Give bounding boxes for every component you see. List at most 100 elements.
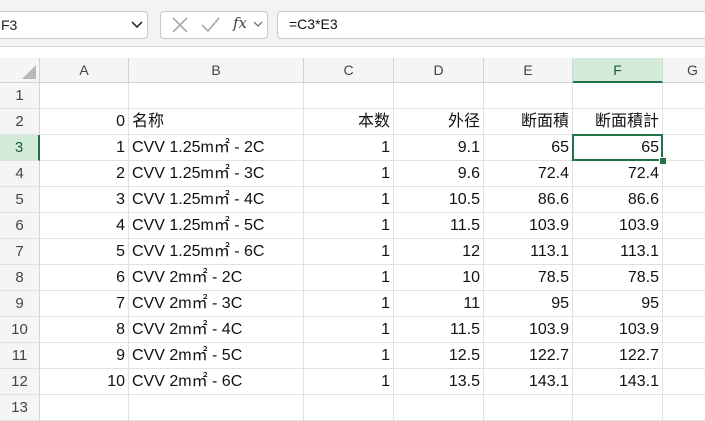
cell-c3[interactable]: 1 (304, 135, 394, 161)
row-header-1[interactable]: 1 (0, 83, 40, 109)
cell-b1[interactable] (129, 83, 304, 109)
cell-d11[interactable]: 12.5 (394, 343, 484, 369)
cell-e11[interactable]: 122.7 (484, 343, 573, 369)
column-header-f[interactable]: F (573, 58, 663, 83)
name-box[interactable]: F3 (0, 11, 148, 39)
row-header-3[interactable]: 3 (0, 135, 40, 161)
row-header-6[interactable]: 6 (0, 213, 40, 239)
row-header-10[interactable]: 10 (0, 317, 40, 343)
cell-g12[interactable] (663, 369, 705, 395)
cell-e12[interactable]: 143.1 (484, 369, 573, 395)
cell-d3[interactable]: 9.1 (394, 135, 484, 161)
cell-d9[interactable]: 11 (394, 291, 484, 317)
cell-g13[interactable] (663, 395, 705, 421)
cell-a6[interactable]: 4 (40, 213, 129, 239)
cell-a7[interactable]: 5 (40, 239, 129, 265)
cell-f4[interactable]: 72.4 (573, 161, 663, 187)
row-header-5[interactable]: 5 (0, 187, 40, 213)
cell-a9[interactable]: 7 (40, 291, 129, 317)
column-header-g[interactable]: G (663, 58, 705, 83)
column-header-e[interactable]: E (484, 58, 573, 83)
cell-g11[interactable] (663, 343, 705, 369)
cell-f6[interactable]: 103.9 (573, 213, 663, 239)
cell-d10[interactable]: 11.5 (394, 317, 484, 343)
cell-c1[interactable] (304, 83, 394, 109)
cell-b8[interactable]: CVV 2m㎡ - 2C (129, 265, 304, 291)
name-box-value[interactable]: F3 (1, 17, 17, 33)
cell-c13[interactable] (304, 395, 394, 421)
cell-g3[interactable] (663, 135, 705, 161)
cell-d7[interactable]: 12 (394, 239, 484, 265)
column-header-a[interactable]: A (40, 58, 129, 83)
cell-g6[interactable] (663, 213, 705, 239)
cell-a12[interactable]: 10 (40, 369, 129, 395)
cell-f1[interactable] (573, 83, 663, 109)
cell-g10[interactable] (663, 317, 705, 343)
cell-c11[interactable]: 1 (304, 343, 394, 369)
column-header-c[interactable]: C (304, 58, 394, 83)
cell-e8[interactable]: 78.5 (484, 265, 573, 291)
formula-input[interactable]: =C3*E3 (277, 11, 705, 39)
column-header-b[interactable]: B (129, 58, 304, 83)
cell-a2[interactable]: 0 (40, 109, 129, 135)
cell-g8[interactable] (663, 265, 705, 291)
row-header-12[interactable]: 12 (0, 369, 40, 395)
cell-g9[interactable] (663, 291, 705, 317)
select-all-button[interactable] (0, 58, 40, 83)
cell-f8[interactable]: 78.5 (573, 265, 663, 291)
cell-e10[interactable]: 103.9 (484, 317, 573, 343)
row-header-7[interactable]: 7 (0, 239, 40, 265)
cell-b7[interactable]: CVV 1.25m㎡ - 6C (129, 239, 304, 265)
cell-f12[interactable]: 143.1 (573, 369, 663, 395)
chevron-down-icon[interactable] (131, 20, 143, 30)
enter-icon[interactable] (199, 15, 221, 35)
chevron-down-icon[interactable] (253, 20, 263, 28)
cell-a10[interactable]: 8 (40, 317, 129, 343)
cell-c10[interactable]: 1 (304, 317, 394, 343)
cell-e7[interactable]: 113.1 (484, 239, 573, 265)
cell-f3[interactable]: 65 (573, 135, 663, 161)
cell-g7[interactable] (663, 239, 705, 265)
cell-c4[interactable]: 1 (304, 161, 394, 187)
cell-e3[interactable]: 65 (484, 135, 573, 161)
column-header-d[interactable]: D (394, 58, 484, 83)
cell-d12[interactable]: 13.5 (394, 369, 484, 395)
cell-f10[interactable]: 103.9 (573, 317, 663, 343)
cell-b3[interactable]: CVV 1.25m㎡ - 2C (129, 135, 304, 161)
cell-f9[interactable]: 95 (573, 291, 663, 317)
cell-c6[interactable]: 1 (304, 213, 394, 239)
cell-b9[interactable]: CVV 2m㎡ - 3C (129, 291, 304, 317)
row-header-2[interactable]: 2 (0, 109, 40, 135)
cell-e5[interactable]: 86.6 (484, 187, 573, 213)
cell-f13[interactable] (573, 395, 663, 421)
cell-a5[interactable]: 3 (40, 187, 129, 213)
cell-d1[interactable] (394, 83, 484, 109)
cell-g4[interactable] (663, 161, 705, 187)
cell-a8[interactable]: 6 (40, 265, 129, 291)
cell-f2[interactable]: 断面積計 (573, 109, 663, 135)
cell-d4[interactable]: 9.6 (394, 161, 484, 187)
cell-g5[interactable] (663, 187, 705, 213)
row-header-13[interactable]: 13 (0, 395, 40, 421)
formula-text[interactable]: =C3*E3 (289, 16, 338, 32)
row-header-9[interactable]: 9 (0, 291, 40, 317)
cell-c5[interactable]: 1 (304, 187, 394, 213)
insert-function-icon[interactable]: fx (233, 14, 247, 34)
cell-a13[interactable] (40, 395, 129, 421)
cell-f11[interactable]: 122.7 (573, 343, 663, 369)
cell-d13[interactable] (394, 395, 484, 421)
cell-c12[interactable]: 1 (304, 369, 394, 395)
cell-f7[interactable]: 113.1 (573, 239, 663, 265)
cell-d6[interactable]: 11.5 (394, 213, 484, 239)
cell-c2[interactable]: 本数 (304, 109, 394, 135)
cell-b4[interactable]: CVV 1.25m㎡ - 3C (129, 161, 304, 187)
cell-c7[interactable]: 1 (304, 239, 394, 265)
cell-b5[interactable]: CVV 1.25m㎡ - 4C (129, 187, 304, 213)
cell-e4[interactable]: 72.4 (484, 161, 573, 187)
cell-e1[interactable] (484, 83, 573, 109)
cell-g1[interactable] (663, 83, 705, 109)
cell-d8[interactable]: 10 (394, 265, 484, 291)
cell-g2[interactable] (663, 109, 705, 135)
row-header-11[interactable]: 11 (0, 343, 40, 369)
cell-b10[interactable]: CVV 2m㎡ - 4C (129, 317, 304, 343)
